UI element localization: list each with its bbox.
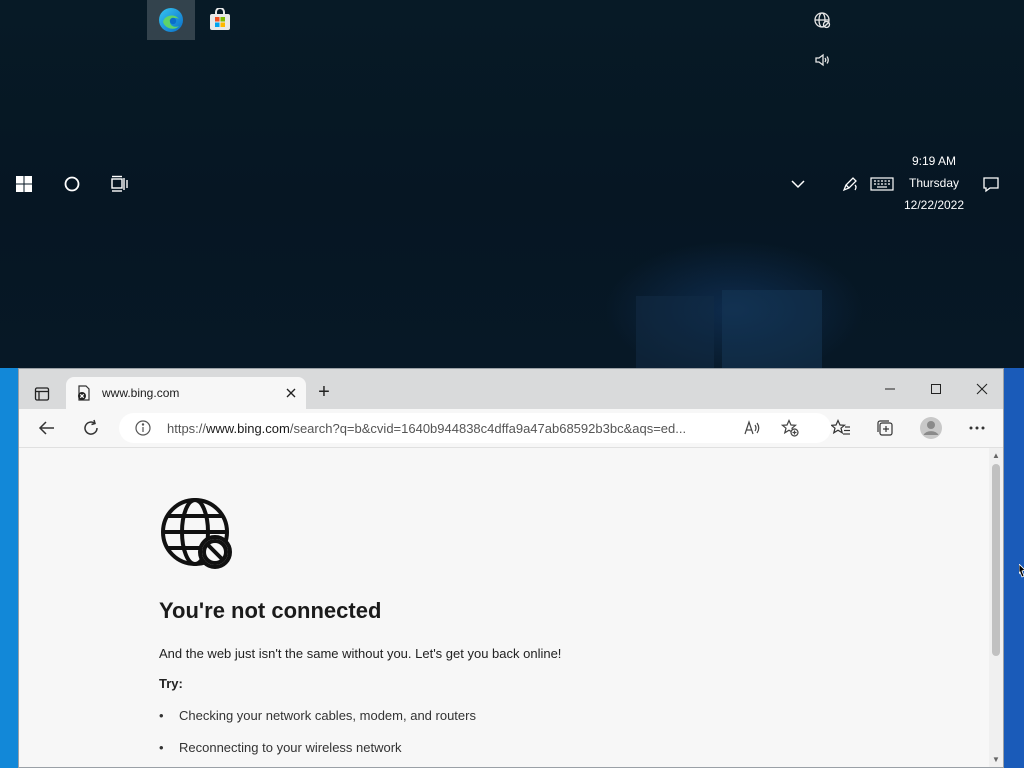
- back-button[interactable]: [31, 413, 63, 443]
- add-favorite-button[interactable]: [780, 419, 799, 442]
- store-icon: [210, 8, 230, 30]
- pen-workspace-button[interactable]: [838, 172, 862, 196]
- edge-browser-window: www.bing.com + https://www.bing.com/sear…: [18, 368, 1004, 768]
- task-view-button[interactable]: [96, 164, 144, 204]
- scroll-down-arrow[interactable]: ▼: [991, 755, 1001, 765]
- notification-icon: [983, 177, 999, 193]
- profile-icon: [920, 417, 942, 439]
- chevron-up-icon: [791, 180, 805, 189]
- tab-actions-icon: [34, 387, 50, 401]
- collections-icon: [877, 420, 893, 436]
- offline-page-icon: [78, 385, 90, 401]
- clock-date: 12/22/2022: [903, 198, 965, 212]
- profile-button[interactable]: [915, 413, 947, 443]
- browser-toolbar: https://www.bing.com/search?q=b&cvid=164…: [19, 409, 1003, 448]
- favorites-button[interactable]: [825, 413, 857, 443]
- desktop-edge-left: [0, 368, 18, 768]
- close-icon: [976, 383, 988, 395]
- edge-icon: [159, 8, 183, 32]
- tab-title: www.bing.com: [102, 386, 180, 400]
- volume-tray-button[interactable]: [810, 48, 834, 72]
- show-hidden-icons-button[interactable]: [786, 172, 810, 196]
- mouse-cursor-icon: [1019, 564, 1024, 578]
- page-content: You're not connected And the web just is…: [19, 448, 989, 767]
- address-bar[interactable]: https://www.bing.com/search?q=b&cvid=164…: [119, 413, 831, 443]
- start-button[interactable]: [0, 164, 48, 204]
- maximize-button[interactable]: [913, 373, 959, 405]
- tab-close-button[interactable]: [282, 384, 300, 402]
- back-icon: [38, 421, 54, 435]
- cortana-circle-icon: [64, 176, 80, 192]
- more-button[interactable]: [961, 413, 993, 443]
- info-icon: [135, 420, 151, 436]
- clock-time: 9:19 AM: [911, 154, 957, 168]
- minimize-icon: [885, 388, 895, 390]
- desktop-wallpaper-panel: [722, 290, 822, 368]
- taskbar-clock[interactable]: 9:19 AM Thursday 12/22/2022: [890, 150, 978, 216]
- edge-taskbar-button[interactable]: [147, 0, 195, 40]
- new-tab-button[interactable]: +: [311, 379, 337, 405]
- collections-button[interactable]: [869, 413, 901, 443]
- close-window-button[interactable]: [959, 373, 1003, 405]
- page-title: You're not connected: [159, 598, 382, 623]
- read-aloud-button[interactable]: [743, 419, 761, 442]
- scroll-up-arrow[interactable]: ▲: [991, 451, 1001, 461]
- windows-icon: [16, 176, 32, 192]
- try-label: Try:: [159, 676, 183, 691]
- tab-bing[interactable]: www.bing.com: [66, 377, 306, 409]
- maximize-icon: [931, 384, 941, 394]
- tab-strip: www.bing.com +: [19, 369, 1003, 409]
- globe-icon: [814, 12, 831, 29]
- pen-icon: [842, 177, 857, 192]
- error-description: And the web just isn't the same without …: [159, 646, 562, 661]
- favorites-icon: [831, 419, 850, 435]
- refresh-icon: [84, 419, 98, 435]
- speaker-icon: [815, 53, 829, 67]
- action-center-button[interactable]: [979, 172, 1003, 196]
- store-taskbar-button[interactable]: [196, 0, 244, 40]
- address-url: https://www.bing.com/search?q=b&cvid=164…: [167, 421, 737, 436]
- add-favorite-icon: [780, 419, 799, 437]
- tab-actions-button[interactable]: [29, 381, 55, 407]
- scroll-thumb[interactable]: [992, 464, 1000, 656]
- url-host: www.bing.com: [206, 421, 290, 436]
- globe-blocked-icon: [161, 498, 232, 569]
- list-item: Checking your network cables, modem, and…: [159, 700, 476, 732]
- minimize-button[interactable]: [867, 373, 913, 405]
- vertical-scrollbar[interactable]: ▲ ▼: [989, 448, 1003, 767]
- task-view-icon: [111, 175, 128, 192]
- close-icon: [286, 388, 296, 398]
- more-icon: [969, 426, 985, 430]
- search-button[interactable]: [48, 164, 96, 204]
- url-path: /search?q=b&cvid=1640b944838c4dffa9a47ab…: [289, 421, 687, 436]
- desktop-taskbar: 9:19 AM Thursday 12/22/2022: [0, 0, 1024, 368]
- read-aloud-icon: [744, 420, 760, 435]
- suggestion-list: Checking your network cables, modem, and…: [159, 700, 476, 764]
- url-protocol: https://: [167, 421, 207, 436]
- list-item: Reconnecting to your wireless network: [159, 732, 476, 764]
- site-info-button[interactable]: [135, 420, 151, 441]
- desktop-wallpaper-panel: [636, 296, 714, 368]
- network-tray-button[interactable]: [810, 8, 834, 32]
- clock-day: Thursday: [908, 176, 960, 190]
- refresh-button[interactable]: [75, 413, 107, 443]
